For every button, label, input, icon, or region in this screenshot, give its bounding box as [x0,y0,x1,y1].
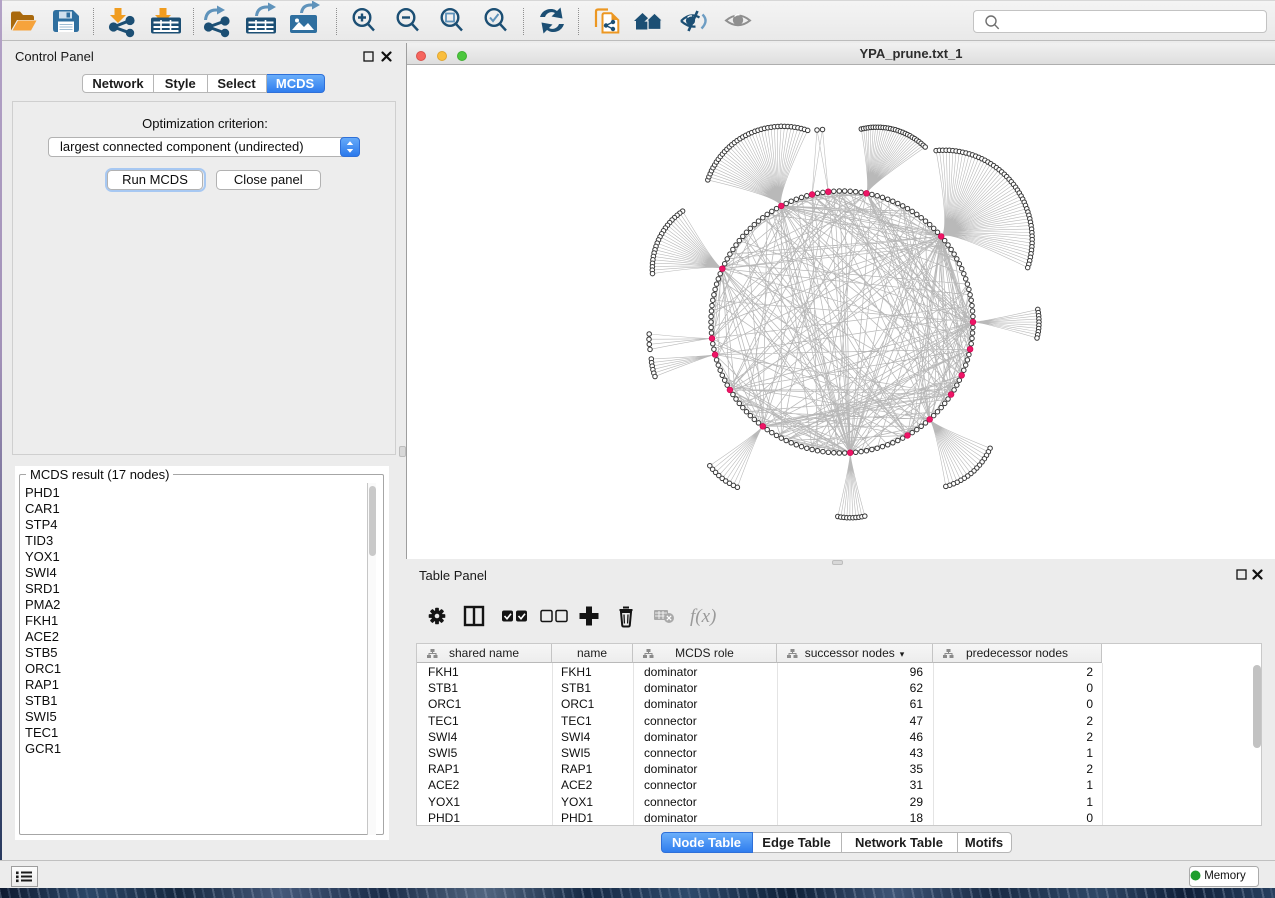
svg-text:f(x): f(x) [690,606,716,627]
